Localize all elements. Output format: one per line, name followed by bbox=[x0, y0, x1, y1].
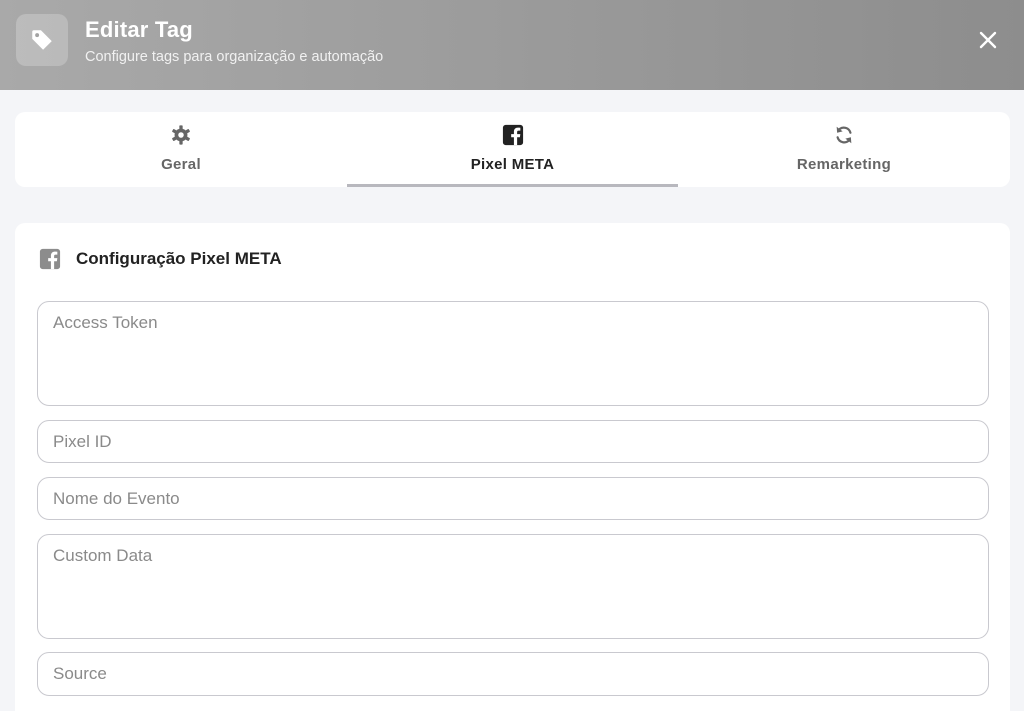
facebook-icon bbox=[502, 123, 524, 147]
tab-pixel-meta[interactable]: Pixel META bbox=[347, 112, 678, 187]
tab-label: Geral bbox=[161, 156, 201, 173]
source-field[interactable] bbox=[37, 652, 989, 696]
section-title: Configuração Pixel META bbox=[76, 249, 282, 268]
access-token-field[interactable] bbox=[37, 301, 989, 406]
tab-remarketing[interactable]: Remarketing bbox=[678, 112, 1010, 187]
facebook-icon bbox=[39, 248, 61, 270]
pixel-meta-config-card: Configuração Pixel META bbox=[15, 223, 1010, 711]
modal-header: Editar Tag Configure tags para organizaç… bbox=[0, 0, 1024, 90]
gear-icon bbox=[170, 123, 192, 147]
modal-title: Editar Tag bbox=[85, 17, 193, 42]
close-icon bbox=[979, 31, 997, 49]
tab-geral[interactable]: Geral bbox=[15, 112, 347, 187]
refresh-icon bbox=[833, 123, 855, 147]
modal-subtitle: Configure tags para organização e automa… bbox=[85, 49, 384, 65]
tag-icon bbox=[16, 14, 68, 66]
close-button[interactable] bbox=[972, 24, 1004, 56]
tab-label: Pixel META bbox=[470, 156, 555, 173]
event-name-field[interactable] bbox=[37, 477, 989, 520]
tab-label: Remarketing bbox=[796, 156, 892, 173]
tab-bar: Geral Pixel META Remarketing bbox=[15, 112, 1010, 187]
custom-data-field[interactable] bbox=[37, 534, 989, 639]
pixel-id-field[interactable] bbox=[37, 420, 989, 463]
section-header: Configuração Pixel META bbox=[39, 248, 282, 270]
